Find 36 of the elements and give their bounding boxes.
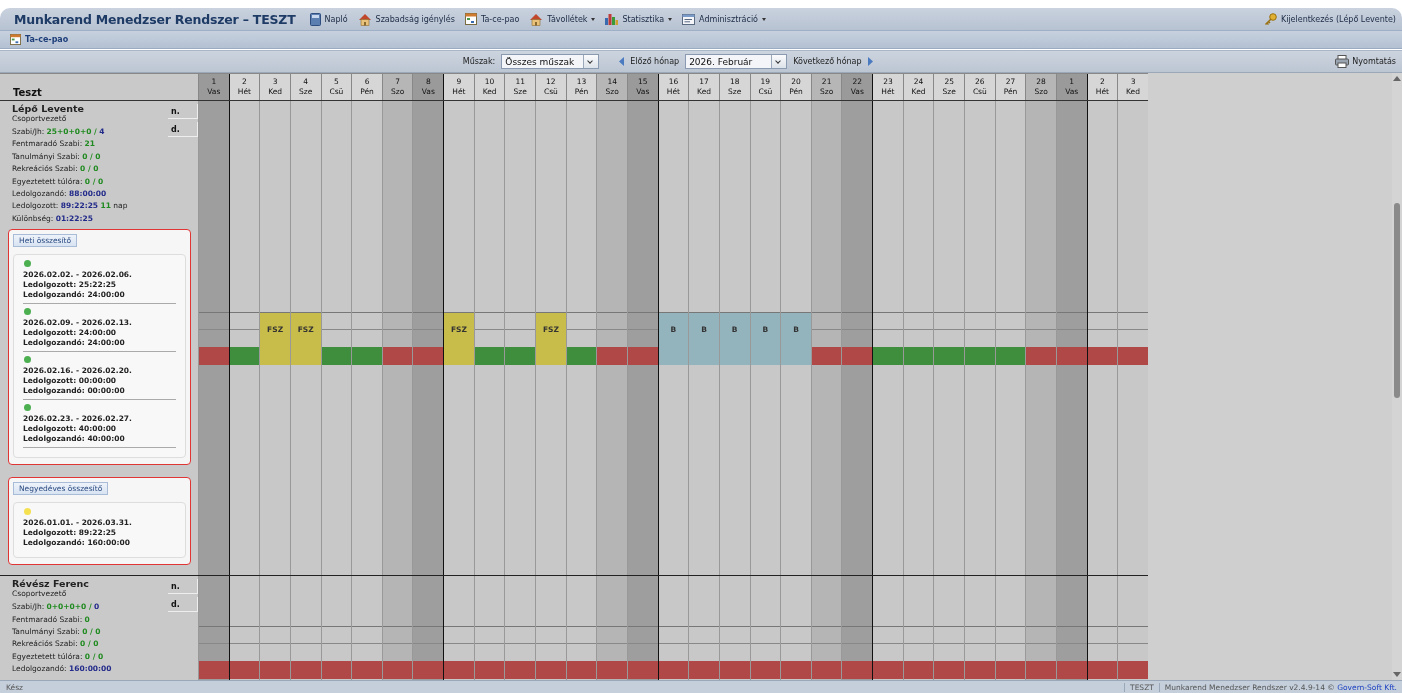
menu-item[interactable]: Napló bbox=[309, 12, 348, 26]
scroll-up-icon[interactable] bbox=[1393, 76, 1401, 81]
menu-item[interactable]: Adminisztráció bbox=[682, 13, 766, 25]
prev-month-link[interactable]: Előző hónap bbox=[619, 57, 680, 66]
scrollbar[interactable] bbox=[1392, 73, 1402, 680]
panel-button[interactable]: n. bbox=[168, 104, 198, 119]
right-arrow-icon bbox=[867, 57, 873, 66]
panel-button[interactable]: d. bbox=[168, 122, 198, 137]
left-arrow-icon bbox=[619, 57, 625, 66]
scrollbar-thumb[interactable] bbox=[1394, 203, 1400, 398]
shift-select[interactable]: Összes műszak bbox=[501, 54, 600, 69]
page-tab[interactable]: Ta-ce-pao bbox=[10, 34, 69, 45]
logout-link[interactable]: Kijelentkezés (Lépő Levente) bbox=[1263, 12, 1396, 26]
menu-item[interactable]: Távollétek bbox=[529, 12, 596, 26]
panel-button[interactable]: n. bbox=[168, 579, 198, 595]
group-header: Teszt bbox=[0, 74, 198, 100]
menu-item[interactable]: Szabadság igénylés bbox=[357, 12, 455, 26]
panel-button[interactable]: d. bbox=[168, 597, 198, 613]
menu-item[interactable]: Ta-ce-pao bbox=[464, 13, 520, 25]
key-icon bbox=[1263, 12, 1277, 26]
calendar-icon bbox=[10, 34, 21, 45]
menu-item[interactable]: Statisztika bbox=[605, 13, 673, 25]
calendar-icon bbox=[464, 13, 477, 25]
bar-chart-icon bbox=[605, 13, 619, 25]
app-title: Munkarend Menedzser Rendszer – TESZT bbox=[14, 11, 296, 27]
shift-label: Műszak: bbox=[462, 57, 496, 66]
employee-name: Lépő Levente bbox=[11, 103, 85, 114]
window-icon bbox=[682, 13, 696, 25]
next-month-link[interactable]: Következő hónap bbox=[793, 57, 873, 66]
employee-name: Révész Ferenc bbox=[11, 578, 90, 590]
print-button[interactable]: Nyomtatás bbox=[1335, 55, 1396, 68]
book-icon bbox=[309, 12, 321, 26]
house-icon bbox=[357, 12, 372, 26]
house-icon bbox=[529, 12, 544, 26]
printer-icon bbox=[1335, 55, 1350, 68]
month-select[interactable]: 2026. Február bbox=[685, 54, 788, 69]
